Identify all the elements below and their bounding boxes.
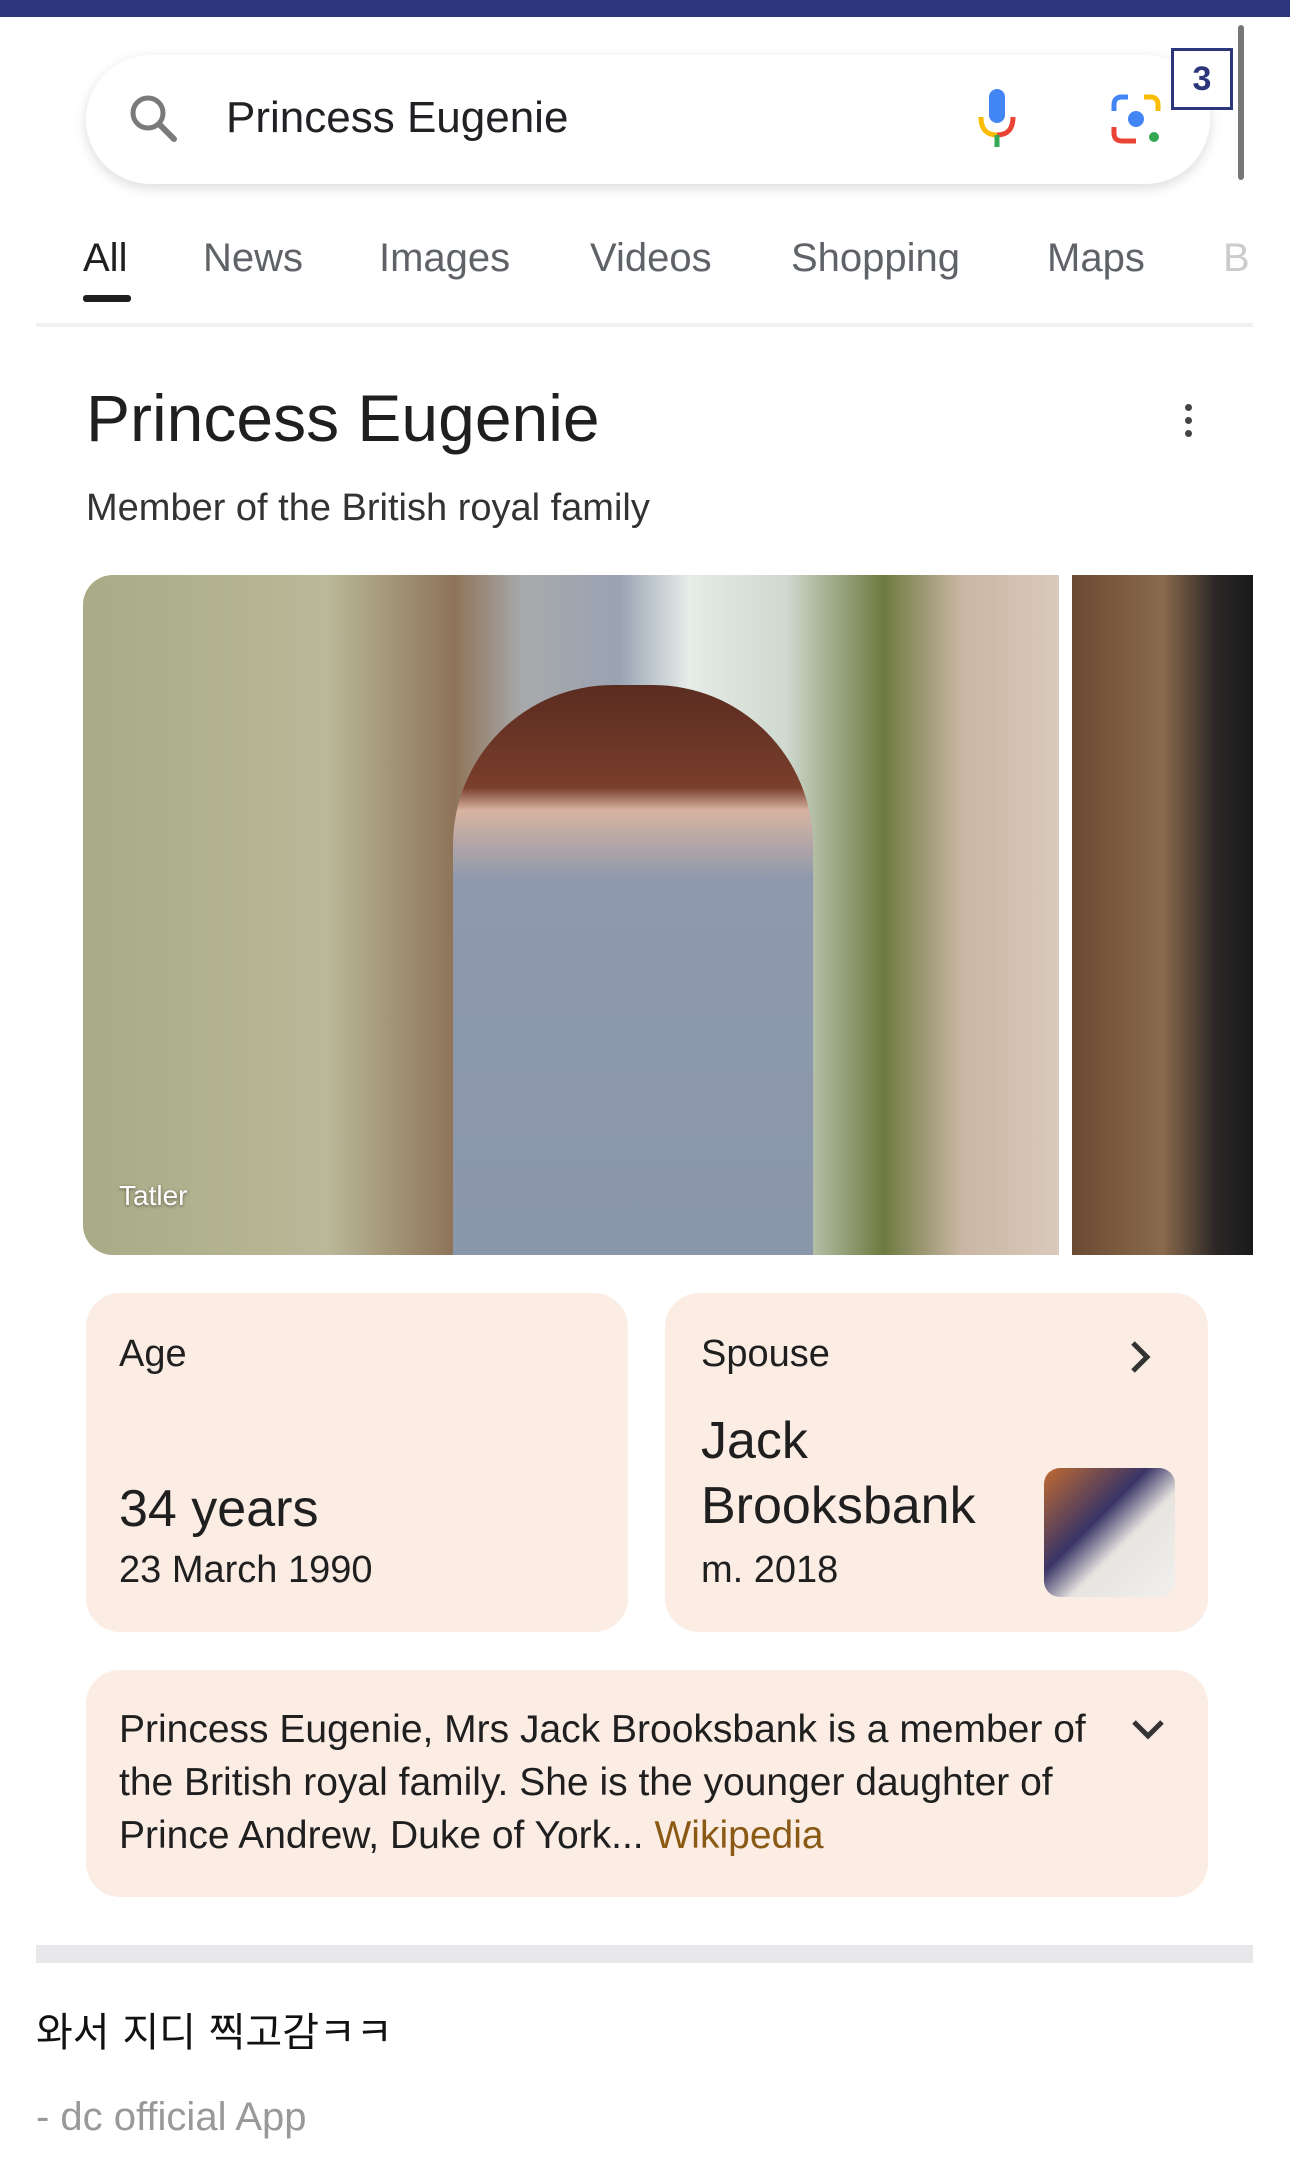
person-figure — [453, 685, 813, 1255]
knowledge-panel-subtitle: Member of the British royal family — [86, 487, 650, 529]
tab-images[interactable]: Images — [379, 236, 510, 281]
more-options-icon[interactable] — [1178, 404, 1198, 444]
wikipedia-link[interactable]: Wikipedia — [654, 1814, 823, 1857]
post-footer: - dc official App — [36, 2095, 307, 2139]
tab-maps[interactable]: Maps — [1047, 236, 1145, 281]
search-bar[interactable]: Princess Eugenie — [86, 55, 1210, 184]
age-label: Age — [119, 1333, 187, 1375]
tab-shopping[interactable]: Shopping — [791, 236, 960, 281]
active-tab-indicator — [83, 295, 131, 302]
spouse-name-line1[interactable]: Jack — [701, 1411, 808, 1471]
main-photo[interactable]: Tatler — [83, 575, 1059, 1255]
marriage-year: m. 2018 — [701, 1549, 839, 1591]
post-comment: 와서 지디 찍고감ㅋㅋ — [36, 2010, 393, 2056]
age-card: Age 34 years 23 March 1990 — [86, 1293, 628, 1632]
microphone-icon[interactable] — [972, 85, 1022, 155]
search-icon — [130, 95, 177, 142]
spouse-name-line2[interactable]: Brooksbank — [701, 1476, 976, 1536]
tab-count-badge[interactable]: 3 — [1171, 48, 1233, 110]
scrollbar[interactable] — [1238, 25, 1244, 180]
tab-all[interactable]: All — [83, 236, 127, 281]
secondary-photo[interactable] — [1072, 575, 1253, 1255]
tab-more[interactable]: B — [1223, 236, 1253, 281]
separator-bar — [36, 1945, 1253, 1963]
tab-videos[interactable]: Videos — [590, 236, 712, 281]
top-bar — [0, 0, 1290, 17]
spouse-photo[interactable] — [1044, 1468, 1175, 1597]
description-card: Princess Eugenie, Mrs Jack Brooksbank is… — [86, 1670, 1208, 1897]
spouse-label: Spouse — [701, 1333, 830, 1375]
birth-date: 23 March 1990 — [119, 1549, 373, 1591]
description-text: Princess Eugenie, Mrs Jack Brooksbank is… — [119, 1703, 1109, 1862]
knowledge-panel-title: Princess Eugenie — [86, 381, 600, 455]
image-source-label: Tatler — [119, 1180, 188, 1211]
description-body: Princess Eugenie, Mrs Jack Brooksbank is… — [119, 1708, 1086, 1857]
search-input[interactable]: Princess Eugenie — [226, 93, 568, 143]
age-value: 34 years — [119, 1480, 319, 1538]
tab-news[interactable]: News — [203, 236, 303, 281]
chevron-right-icon[interactable] — [1125, 1337, 1155, 1377]
chevron-down-icon[interactable] — [1128, 1714, 1168, 1744]
google-lens-icon[interactable] — [1106, 89, 1166, 149]
divider — [36, 323, 1253, 327]
spouse-card[interactable]: Spouse Jack Brooksbank m. 2018 — [665, 1293, 1208, 1632]
